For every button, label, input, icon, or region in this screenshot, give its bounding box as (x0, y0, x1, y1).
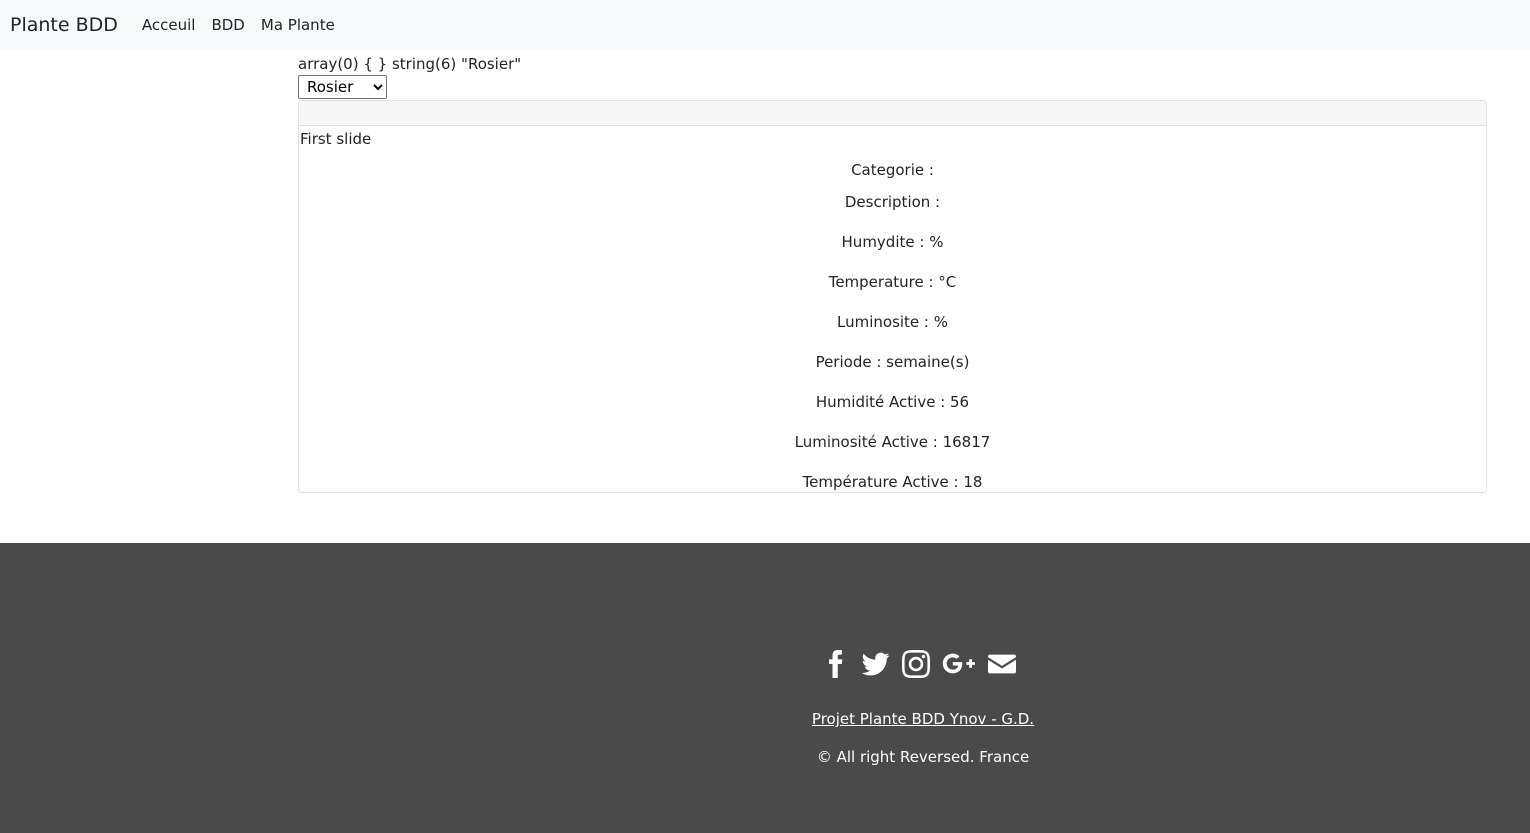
debug-output: array(0) { } string(6) "Rosier" (298, 55, 522, 73)
nav-link-bdd[interactable]: BDD (211, 16, 244, 34)
main-content: array(0) { } string(6) "Rosier" Rosier F… (298, 54, 1487, 493)
temperature-active-line: Température Active : 18 (802, 473, 983, 491)
footer-project-link[interactable]: Projet Plante BDD Ynov - G.D. (0, 710, 1530, 728)
plant-card: First slide Categorie : Description : Hu… (298, 100, 1487, 493)
humidite-line: Humydite : % (841, 233, 944, 251)
facebook-icon[interactable] (822, 650, 850, 678)
instagram-icon[interactable] (902, 650, 930, 678)
twitter-icon[interactable] (861, 650, 890, 678)
luminosite-active-line: Luminosité Active : 16817 (794, 433, 991, 451)
nav-link-accueil[interactable]: Acceuil (142, 16, 196, 34)
footer: Projet Plante BDD Ynov - G.D. © All righ… (0, 543, 1530, 833)
copyright-text: © All right Reversed. France (816, 748, 1030, 766)
luminosite-line: Luminosite : % (837, 313, 948, 331)
envelope-icon[interactable] (988, 650, 1016, 678)
temperature-line: Temperature : °C (828, 273, 957, 291)
periode-line: Periode : semaine(s) (815, 353, 970, 371)
slide-title: First slide (300, 130, 372, 148)
description-line: Description : (844, 193, 941, 211)
plant-info: Categorie : Description : Humydite : % T… (299, 160, 1486, 492)
google-plus-icon[interactable] (942, 650, 976, 678)
categorie-line: Categorie : (851, 161, 934, 179)
brand-link[interactable]: Plante BDD (10, 14, 118, 36)
plant-select[interactable]: Rosier (298, 75, 387, 99)
nav-link-ma-plante[interactable]: Ma Plante (261, 16, 335, 34)
social-icons (822, 650, 1028, 678)
humidite-active-line: Humidité Active : 56 (815, 393, 970, 411)
top-navbar: Plante BDD Acceuil BDD Ma Plante (0, 0, 1530, 50)
card-header (299, 101, 1486, 126)
